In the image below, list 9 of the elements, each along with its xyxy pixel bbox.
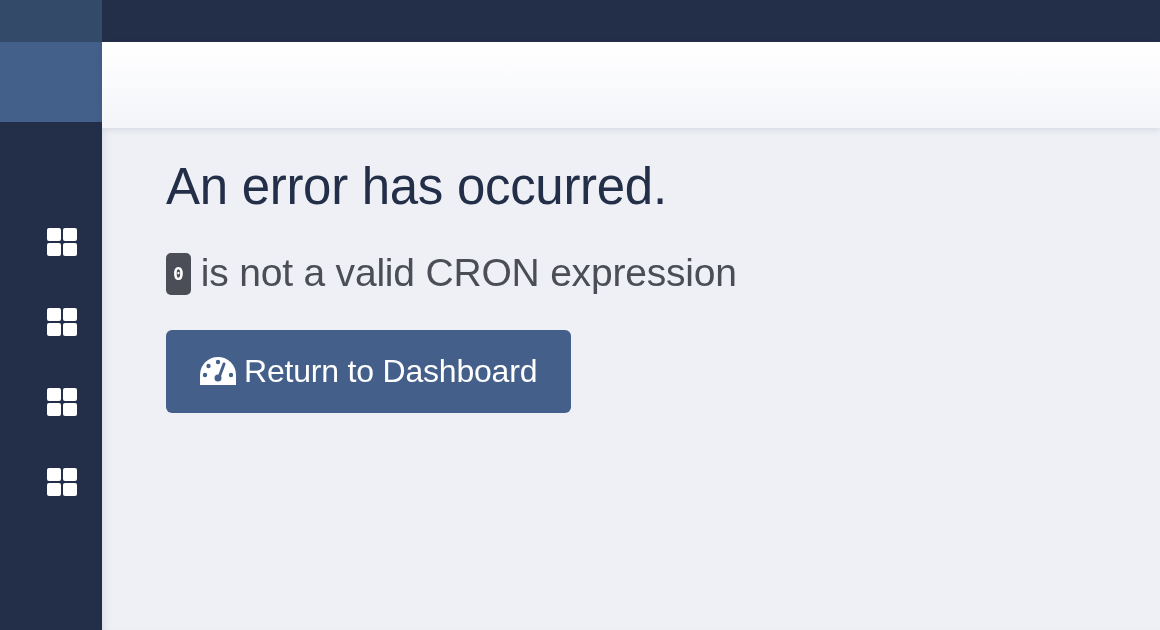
gauge-icon — [200, 357, 236, 386]
grid-icon[interactable] — [46, 388, 77, 416]
error-message: is not a valid CRON expression — [200, 250, 737, 297]
grid-icon[interactable] — [46, 308, 77, 336]
error-title: An error has occurred. — [166, 157, 668, 217]
grid-icon[interactable] — [46, 468, 77, 496]
cron-value-code: 0 — [166, 252, 191, 295]
grid-icon[interactable] — [46, 228, 77, 256]
return-to-dashboard-button[interactable]: Return to Dashboard — [166, 330, 572, 413]
